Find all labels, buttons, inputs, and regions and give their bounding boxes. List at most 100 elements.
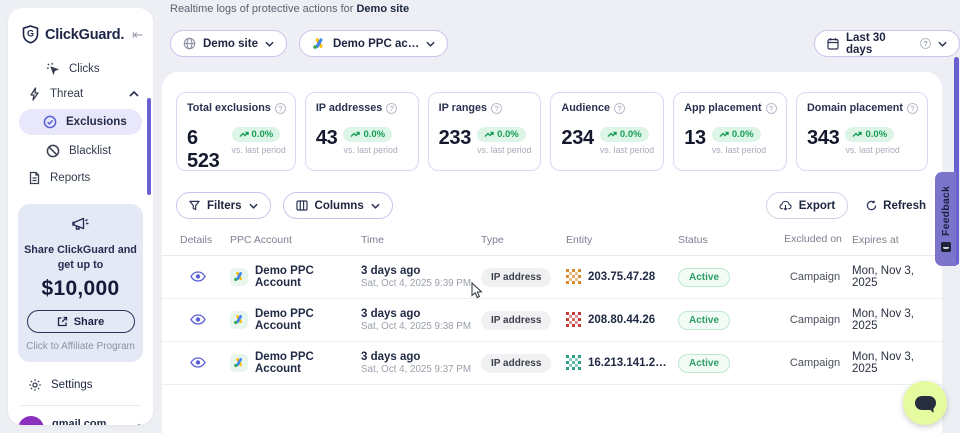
clickguard-logo-icon: G [22,25,39,44]
updown-chevron-icon [135,423,143,425]
info-icon[interactable]: ? [766,103,777,114]
col-header-status[interactable]: Status [678,234,778,246]
ppc-account-selector-dropdown[interactable]: Demo PPC ac… [299,30,448,57]
sidebar-item-reports[interactable]: Reports [28,165,153,190]
sidebar-item-threat[interactable]: Threat [28,81,153,106]
type-badge: IP address [481,311,551,330]
feedback-tab[interactable]: Feedback [935,172,956,266]
view-details-eye-icon[interactable] [190,271,206,282]
info-icon[interactable]: ? [386,103,397,114]
info-icon[interactable]: ? [907,103,918,114]
table-row[interactable]: Demo PPC Account 3 days ago Sat, Oct 4, … [162,299,942,342]
view-details-eye-icon[interactable] [190,357,206,368]
trend-badge: 0.0% [232,127,281,142]
google-ads-icon [230,311,248,329]
chat-launcher-button[interactable] [903,381,947,425]
chevron-up-icon [129,91,139,97]
chevron-down-icon [371,203,380,209]
click-cursor-icon [46,62,60,76]
sidebar-nav: Clicks Threat Exclusions [8,56,153,190]
time-absolute: Sat, Oct 4, 2025 9:39 PM [361,278,481,289]
account-name: gmail.com [52,418,127,425]
excluded-on-value: Campaign [778,271,852,283]
exclusions-table: Details PPC Account Time Type Entity Sta… [162,233,942,385]
export-button[interactable]: Export [766,192,848,219]
filters-button[interactable]: Filters [176,192,271,219]
document-icon [28,171,41,185]
feedback-smiley-icon [941,242,951,252]
date-range-dropdown[interactable]: Last 30 days ? [814,30,960,57]
col-header-entity[interactable]: Entity [566,234,678,246]
site-selector-dropdown[interactable]: Demo site [170,30,287,57]
col-header-time[interactable]: Time [361,234,481,246]
stat-value: 234 [561,127,593,150]
info-icon[interactable]: ? [614,103,625,114]
sidebar-item-clicks[interactable]: Clicks [46,56,153,81]
info-icon[interactable]: ? [491,103,502,114]
ppc-account-name: Demo PPC Account [255,351,361,375]
type-badge: IP address [481,354,551,373]
promo-amount: $10,000 [24,277,137,301]
share-button[interactable]: Share [27,310,135,333]
trend-badge: 0.0% [343,127,392,142]
status-badge: Active [678,311,730,330]
time-relative: 3 days ago [361,351,481,363]
status-badge: Active [678,354,730,373]
mouse-cursor [470,282,484,300]
refresh-icon [866,200,877,211]
sidebar-collapse-icon[interactable]: ⇤ [132,27,143,43]
account-switcher[interactable]: NA gmail.com naatali.ro@gmail.com [18,416,143,425]
table-row[interactable]: Demo PPC Account 3 days ago Sat, Oct 4, … [162,342,942,385]
info-icon[interactable]: ? [275,103,286,114]
sidebar-item-exclusions[interactable]: Exclusions [19,109,142,135]
stat-card-total-exclusions: Total exclusions? 6 523 0.0% vs. last pe… [176,92,296,171]
entity-identicon [566,355,581,370]
stat-value: 343 [807,127,839,150]
external-link-icon [57,316,68,327]
trend-badge: 0.0% [477,127,526,142]
subtitle-site-name: Demo site [356,3,409,15]
col-header-expires-at[interactable]: Expires at [852,234,934,246]
refresh-button[interactable]: Refresh [866,200,926,212]
download-cloud-icon [779,200,792,211]
google-ads-icon [230,354,248,372]
chevron-down-icon [249,203,258,209]
columns-icon [296,200,308,211]
entity-value: 208.80.44.26 [588,314,655,326]
col-header-excluded-on[interactable]: Excluded on [778,233,852,247]
sidebar-scrollbar-thumb[interactable] [147,98,151,195]
view-details-eye-icon[interactable] [190,314,206,325]
chevron-down-icon [426,41,435,47]
svg-text:G: G [27,29,34,39]
sidebar-divider [20,405,141,406]
table-toolbar: Filters Columns Export [162,192,942,219]
columns-button[interactable]: Columns [283,192,393,219]
time-relative: 3 days ago [361,308,481,320]
page-subtitle: Realtime logs of protective actions for … [170,3,409,15]
chat-bubble-icon [915,396,936,410]
promo-footer-link[interactable]: Click to Affiliate Program [24,341,137,352]
stat-value: 6 523 [187,127,226,173]
avatar: NA [18,416,44,425]
time-absolute: Sat, Oct 4, 2025 9:37 PM [361,364,481,375]
blocked-icon [46,144,60,158]
table-header-row: Details PPC Account Time Type Entity Sta… [162,233,942,256]
affiliate-promo-card: Share ClickGuard and get up to $10,000 S… [18,204,143,362]
stat-card-audience: Audience? 234 0.0% vs. last period [550,92,664,171]
trend-badge: 0.0% [845,127,894,142]
calendar-icon [827,37,839,50]
trend-badge: 0.0% [712,127,761,142]
stat-value: 43 [316,127,338,150]
type-badge: IP address [481,268,551,287]
entity-identicon [566,312,581,327]
table-row[interactable]: Demo PPC Account 3 days ago Sat, Oct 4, … [162,256,942,299]
col-header-details[interactable]: Details [180,234,230,246]
stat-card-ip-ranges: IP ranges? 233 0.0% vs. last period [428,92,542,171]
col-header-type[interactable]: Type [481,234,566,246]
expires-at-value: Mon, Nov 3, 2025 [852,265,934,289]
globe-icon [183,37,196,50]
sidebar-item-blacklist[interactable]: Blacklist [46,138,153,163]
chevron-down-icon [938,41,947,47]
sidebar-item-settings[interactable]: Settings [28,378,153,392]
col-header-ppc-account[interactable]: PPC Account [230,234,361,246]
